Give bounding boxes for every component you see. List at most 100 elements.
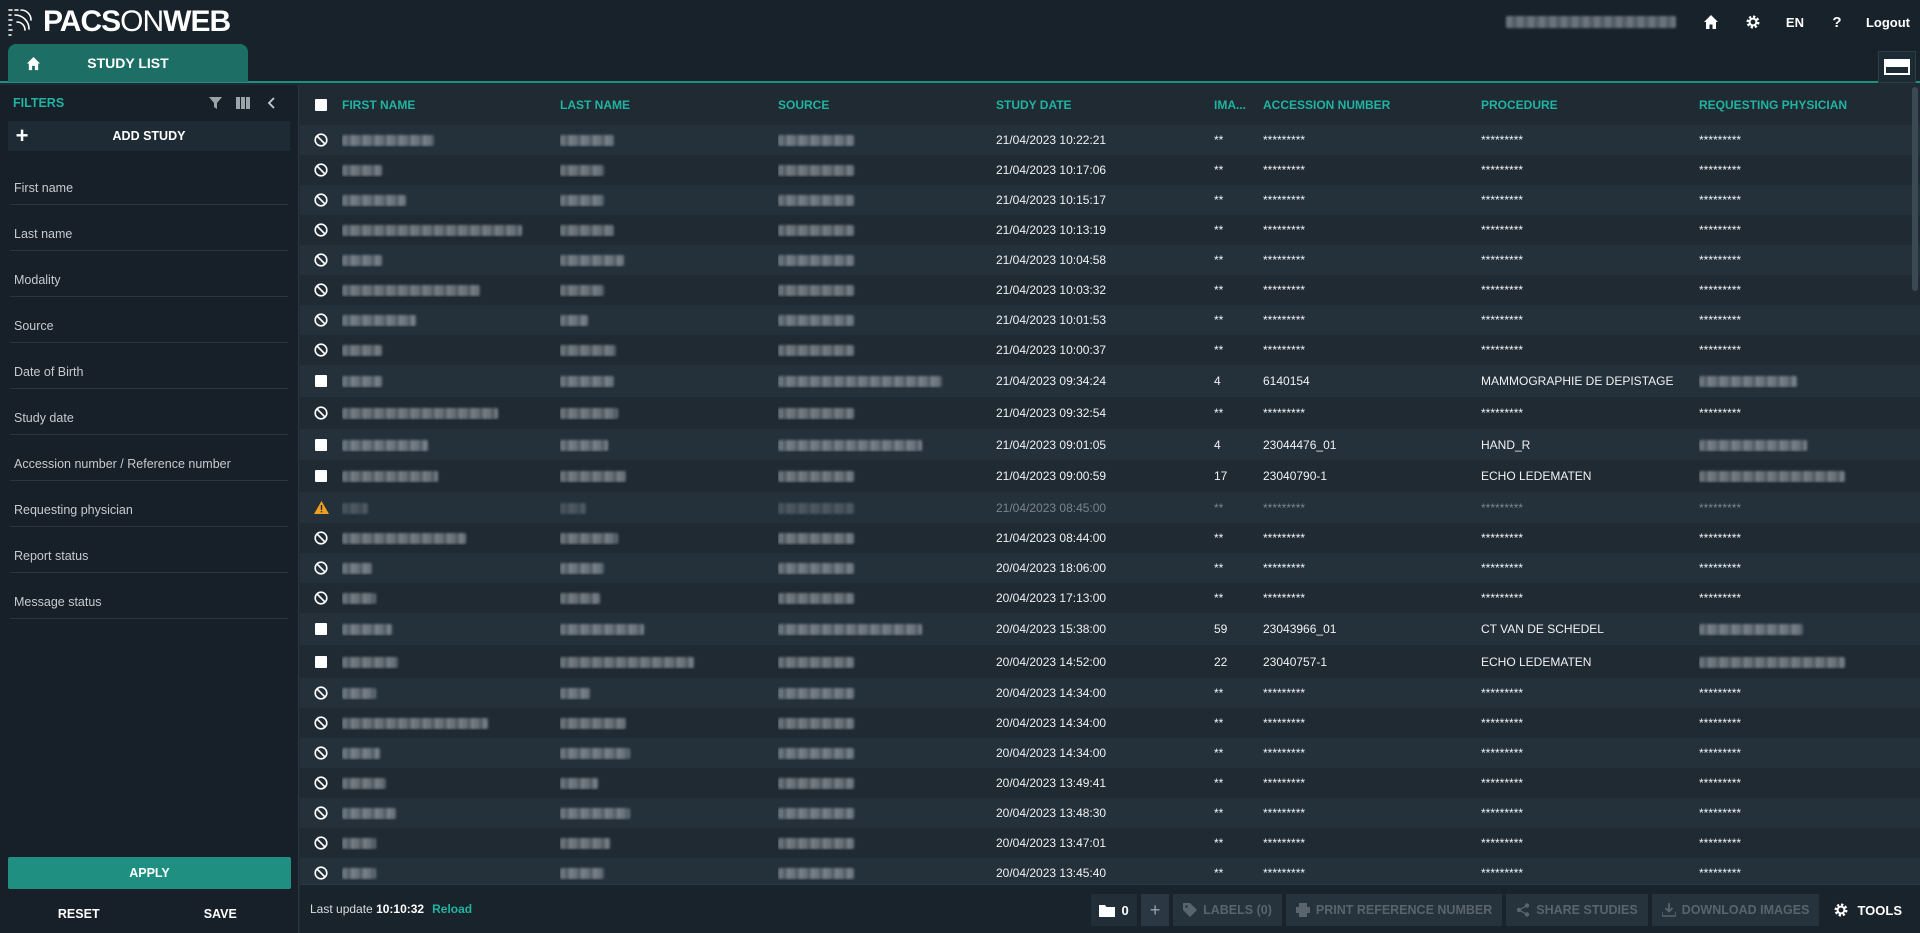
logout-link[interactable]: Logout	[1866, 15, 1910, 30]
table-row[interactable]: 21/04/2023 10:15:17 ** ********* ********* *…	[300, 185, 1920, 215]
row-select[interactable]	[300, 438, 342, 451]
row-select[interactable]	[300, 836, 342, 850]
row-select[interactable]	[300, 313, 342, 327]
row-select[interactable]	[300, 470, 342, 482]
cell-first-name	[342, 283, 560, 297]
table-row[interactable]: 20/04/2023 14:34:00 ** ********* ********* *…	[300, 678, 1920, 708]
cell-images: **	[1214, 561, 1224, 575]
table-row[interactable]: 21/04/2023 09:00:59 17 23040790-1 ECHO LEDE…	[300, 460, 1920, 492]
row-select[interactable]	[300, 531, 342, 545]
share-studies-button[interactable]: SHARE STUDIES	[1506, 894, 1648, 926]
tools-button[interactable]: TOOLS	[1823, 894, 1920, 926]
filter-button[interactable]	[201, 93, 229, 113]
table-row[interactable]: 20/04/2023 13:48:30 ** ********* ********* *…	[300, 798, 1920, 828]
row-select[interactable]	[300, 406, 342, 420]
row-select[interactable]	[300, 623, 342, 635]
row-select[interactable]	[300, 501, 342, 514]
download-images-button[interactable]: DOWNLOAD IMAGES	[1651, 894, 1820, 926]
col-procedure[interactable]: PROCEDURE	[1481, 98, 1699, 112]
col-accession-number[interactable]: ACCESSION NUMBER	[1263, 98, 1481, 112]
col-images[interactable]: IMA...	[1214, 98, 1263, 112]
home-button[interactable]	[1690, 9, 1732, 35]
row-select[interactable]	[300, 655, 342, 668]
col-first-name[interactable]: FIRST NAME	[342, 98, 560, 112]
col-requesting-physician[interactable]: REQUESTING PHYSICIAN	[1699, 98, 1911, 112]
row-select[interactable]	[300, 193, 342, 207]
table-row[interactable]: 21/04/2023 10:17:06 ** ********* ********* *…	[300, 155, 1920, 185]
labels-button[interactable]: LABELS (0)	[1173, 894, 1282, 926]
apply-button[interactable]: APPLY	[8, 857, 291, 889]
table-row[interactable]: 21/04/2023 10:22:21 ** ********* ********* *…	[300, 125, 1920, 155]
language-selector[interactable]: EN	[1774, 15, 1816, 30]
table-row[interactable]: 21/04/2023 08:44:00 ** ********* ********* *…	[300, 523, 1920, 553]
row-select[interactable]	[300, 686, 342, 700]
physician-text: *********	[1699, 500, 1742, 515]
layout-toggle-button[interactable]	[1878, 51, 1916, 83]
save-button[interactable]: SAVE	[150, 899, 292, 929]
print-reference-button[interactable]: PRINT REFERENCE NUMBER	[1285, 894, 1503, 926]
redacted-text	[560, 688, 590, 700]
table-row[interactable]: 21/04/2023 09:32:54 ** ********* ********* *…	[300, 397, 1920, 429]
table-row[interactable]: 20/04/2023 17:13:00 ** ********* ********* *…	[300, 583, 1920, 613]
table-row[interactable]: 21/04/2023 08:45:00 ** ********* ********* *…	[300, 492, 1920, 523]
table-scrollbar[interactable]	[1912, 87, 1918, 291]
table-row[interactable]: 20/04/2023 18:06:00 ** ********* ********* *…	[300, 553, 1920, 583]
row-select[interactable]	[300, 561, 342, 575]
collapse-sidebar-button[interactable]	[257, 93, 285, 113]
table-row[interactable]: 20/04/2023 14:52:00 22 23040757-1 ECHO LEDE…	[300, 645, 1920, 678]
add-study-button[interactable]: + ADD STUDY	[8, 121, 290, 151]
add-to-folder-button[interactable]: +	[1141, 894, 1170, 926]
tab-study-list[interactable]: STUDY LIST	[8, 44, 248, 82]
table-row[interactable]: 21/04/2023 10:01:53 ** ********* ********* *…	[300, 305, 1920, 335]
col-last-name[interactable]: LAST NAME	[560, 98, 778, 112]
filter-modality[interactable]: Modality	[10, 251, 288, 297]
cell-procedure: *********	[1481, 253, 1524, 267]
reset-button[interactable]: RESET	[8, 899, 150, 929]
filter-study-date[interactable]: Study date	[10, 389, 288, 435]
pacsonweb-logo[interactable]: PACSONWEB	[6, 5, 231, 39]
table-row[interactable]: 20/04/2023 14:34:00 ** ********* ********* *…	[300, 738, 1920, 768]
col-source[interactable]: SOURCE	[778, 98, 996, 112]
row-select[interactable]	[300, 716, 342, 730]
table-row[interactable]: 20/04/2023 13:47:01 ** ********* ********* *…	[300, 828, 1920, 858]
reload-link[interactable]: Reload	[432, 902, 472, 916]
filter-date-of-birth[interactable]: Date of Birth	[10, 343, 288, 389]
filter-source[interactable]: Source	[10, 297, 288, 343]
row-select[interactable]	[300, 806, 342, 820]
row-select[interactable]	[300, 375, 342, 387]
table-row[interactable]: 21/04/2023 10:00:37 ** ********* ********* *…	[300, 335, 1920, 365]
table-row[interactable]: 21/04/2023 10:03:32 ** ********* ********* *…	[300, 275, 1920, 305]
row-select[interactable]	[300, 283, 342, 297]
table-row[interactable]: 21/04/2023 10:04:58 ** ********* ********* *…	[300, 245, 1920, 275]
row-select[interactable]	[300, 866, 342, 880]
row-select[interactable]	[300, 223, 342, 237]
table-row[interactable]: 20/04/2023 13:49:41 ** ********* ********* *…	[300, 768, 1920, 798]
row-select[interactable]	[300, 776, 342, 790]
filter-report-status[interactable]: Report status	[10, 527, 288, 573]
table-row[interactable]: 21/04/2023 10:13:19 ** ********* ********* *…	[300, 215, 1920, 245]
row-select[interactable]	[300, 133, 342, 147]
row-select[interactable]	[300, 253, 342, 267]
table-row[interactable]: 20/04/2023 13:45:40 ** ********* ********* *…	[300, 858, 1920, 884]
select-all-checkbox[interactable]	[300, 99, 342, 111]
row-select[interactable]	[300, 591, 342, 605]
filter-last-name[interactable]: Last name	[10, 205, 288, 251]
table-row[interactable]: 20/04/2023 14:34:00 ** ********* ********* *…	[300, 708, 1920, 738]
table-row[interactable]: 21/04/2023 09:01:05 4 23044476_01 HAND_R	[300, 429, 1920, 460]
help-button[interactable]: ?	[1816, 9, 1858, 35]
redacted-text	[342, 315, 416, 327]
filter-message-status[interactable]: Message status	[10, 573, 288, 619]
row-select[interactable]	[300, 343, 342, 357]
filter-requesting-physician[interactable]: Requesting physician	[10, 481, 288, 527]
columns-button[interactable]	[229, 93, 257, 113]
physician-text: *********	[1699, 313, 1742, 327]
filter-accession-number[interactable]: Accession number / Reference number	[10, 435, 288, 481]
row-select[interactable]	[300, 163, 342, 177]
filter-first-name[interactable]: First name	[10, 159, 288, 205]
table-row[interactable]: 20/04/2023 15:38:00 59 23043966_01 CT VAN D…	[300, 613, 1920, 645]
row-select[interactable]	[300, 746, 342, 760]
settings-button[interactable]	[1732, 9, 1774, 35]
table-row[interactable]: 21/04/2023 09:34:24 4 6140154 MAMMOGRAPHIE …	[300, 365, 1920, 397]
col-study-date[interactable]: STUDY DATE	[996, 98, 1214, 112]
folder-button[interactable]: 0	[1091, 894, 1138, 926]
